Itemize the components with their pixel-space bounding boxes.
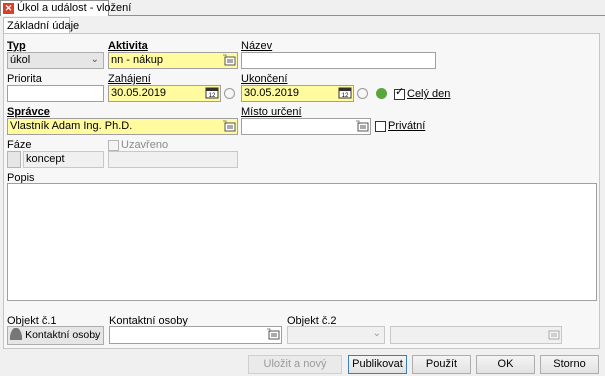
zahajeni-date[interactable]: 30.05.2019 12 [108, 85, 221, 102]
uzavreno-checkbox[interactable] [108, 140, 119, 151]
cely-den-label: Celý den [407, 88, 451, 100]
refresh-icon[interactable] [376, 88, 387, 99]
chevron-down-icon: ⌄ [90, 54, 99, 65]
cely-den-checkbox[interactable]: ✓ [394, 86, 405, 100]
aktivita-field[interactable]: nn - nákup [108, 52, 238, 69]
kontaktni-osoby-field[interactable] [109, 326, 282, 344]
ok-button[interactable]: OK [476, 355, 535, 374]
tab-zakladni-udaje[interactable]: Základní údaje [3, 17, 79, 34]
uzavreno-label: Uzavřeno [121, 139, 169, 151]
storno-button[interactable]: Storno [540, 355, 599, 374]
title-rule [109, 15, 605, 16]
spravce-label: Správce [7, 106, 50, 118]
lookup-icon[interactable] [266, 328, 280, 340]
objekt2-field [390, 326, 562, 344]
popis-textarea[interactable] [7, 183, 597, 301]
contacts-icon [10, 328, 22, 340]
priorita-field[interactable] [7, 85, 104, 102]
faze-label: Fáze [7, 139, 32, 151]
ukonceni-label: Ukončení [241, 73, 288, 85]
publikovat-button[interactable]: Publikovat [348, 355, 407, 374]
svg-text:12: 12 [209, 93, 216, 99]
svg-text:12: 12 [342, 93, 349, 99]
ukonceni-date[interactable]: 30.05.2019 12 [241, 85, 354, 102]
uzavreno-field [108, 151, 238, 168]
privatni-checkbox[interactable] [375, 121, 386, 132]
nazev-field[interactable] [241, 52, 436, 69]
faze-color-swatch[interactable] [7, 151, 21, 168]
priorita-label: Priorita [7, 73, 42, 85]
privatni-label: Privátní [388, 120, 426, 132]
window-title-tab[interactable]: ✕ Úkol a událost - vložení [0, 0, 131, 16]
misto-label: Místo určení [241, 106, 302, 118]
aktivita-label: Aktivita [108, 40, 148, 52]
calendar-icon[interactable]: 12 [338, 87, 352, 99]
faze-field: koncept [23, 151, 104, 168]
tab-label: Základní údaje [7, 20, 80, 32]
objekt1-select[interactable]: Kontaktní osoby ⌄ [7, 326, 104, 345]
misto-field[interactable] [241, 118, 371, 135]
typ-label: Typ [7, 40, 26, 52]
window-title: Úkol a událost - vložení [17, 2, 132, 14]
objekt2-select[interactable]: ⌄ [287, 326, 385, 344]
lookup-icon[interactable] [355, 120, 369, 132]
lookup-icon [548, 330, 560, 340]
zahajeni-label: Zahájení [108, 73, 151, 85]
clock-icon[interactable] [224, 88, 235, 99]
checkmark-icon: ✓ [395, 86, 405, 98]
chevron-down-icon: ⌄ [372, 328, 381, 339]
lookup-icon[interactable] [222, 120, 236, 132]
typ-select[interactable]: úkol ⌄ [7, 52, 104, 69]
ulozit-novy-button[interactable]: Uložit a nový [248, 355, 342, 374]
chevron-down-icon: ⌄ [91, 330, 100, 341]
spravce-field[interactable]: Vlastník Adam Ing. Ph.D. [7, 118, 238, 135]
pouzit-button[interactable]: Použít [412, 355, 471, 374]
nazev-label: Název [241, 40, 273, 52]
calendar-icon[interactable]: 12 [205, 87, 219, 99]
lookup-icon[interactable] [222, 54, 236, 66]
clock-icon[interactable] [357, 88, 368, 99]
close-icon[interactable]: ✕ [3, 3, 14, 14]
